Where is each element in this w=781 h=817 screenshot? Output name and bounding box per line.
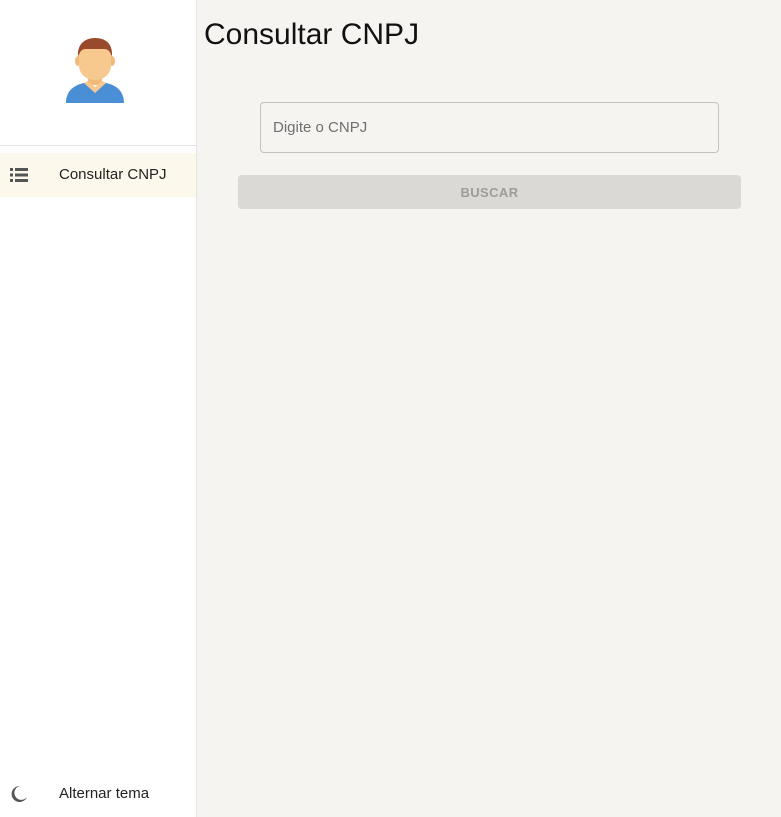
theme-toggle-label: Alternar tema xyxy=(59,785,150,802)
sidebar-item-label: Consultar CNPJ xyxy=(59,166,167,183)
avatar-section xyxy=(0,0,197,146)
page-title: Consultar CNPJ xyxy=(204,18,420,51)
app: Consultar CNPJ Alternar tema Consultar C… xyxy=(0,0,781,817)
sidebar-item-consultar-cnpj[interactable]: Consultar CNPJ xyxy=(0,153,196,197)
search-button[interactable]: BUSCAR xyxy=(238,175,741,209)
sidebar: Consultar CNPJ Alternar tema xyxy=(0,0,197,817)
moon-icon xyxy=(11,785,27,802)
cnpj-input[interactable] xyxy=(260,102,719,153)
list-icon xyxy=(10,168,28,182)
avatar xyxy=(66,38,124,103)
theme-toggle-button[interactable]: Alternar tema xyxy=(0,773,196,817)
